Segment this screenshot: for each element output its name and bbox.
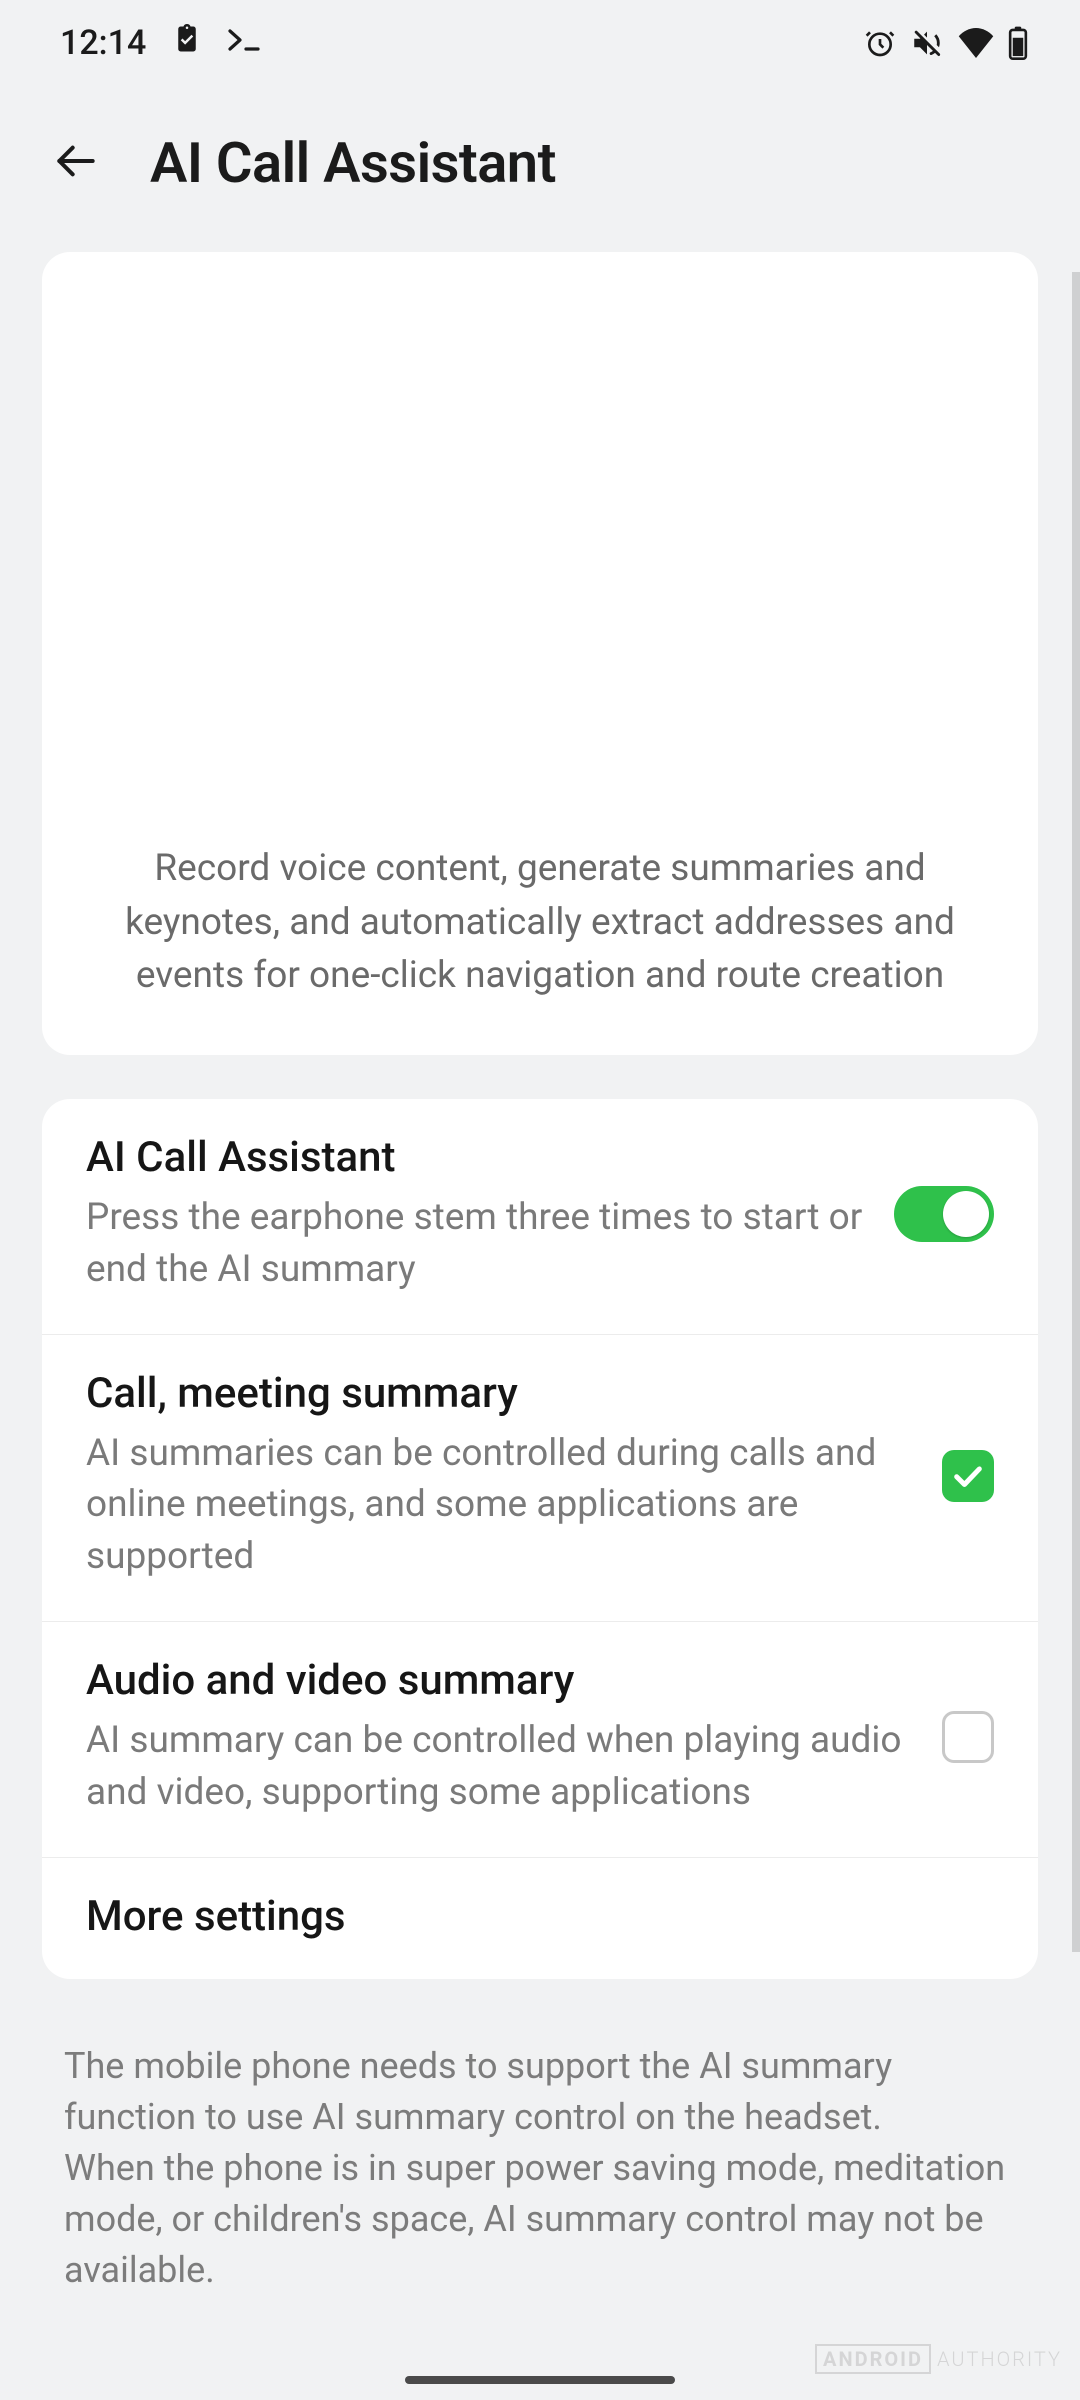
home-indicator[interactable] (405, 2376, 675, 2384)
row-title: More settings (86, 1892, 966, 1941)
row-title: AI Call Assistant (86, 1133, 866, 1182)
watermark-brand: ANDROID (815, 2344, 931, 2374)
back-arrow-icon[interactable] (50, 141, 102, 185)
hero-illustration-placeholder (70, 252, 1010, 842)
terminal-prompt-icon (228, 23, 268, 63)
page-title: AI Call Assistant (150, 130, 556, 196)
row-subtitle: AI summary can be controlled when playin… (86, 1715, 914, 1819)
settings-card: AI Call Assistant Press the earphone ste… (42, 1099, 1038, 1979)
row-subtitle: AI summaries can be controlled during ca… (86, 1428, 914, 1583)
clipboard-check-icon (172, 22, 202, 65)
footnote-text: The mobile phone needs to support the AI… (0, 2023, 1080, 2297)
row-title: Call, meeting summary (86, 1369, 914, 1418)
row-more-settings[interactable]: More settings (42, 1857, 1038, 1979)
status-bar-left: 12:14 (60, 22, 268, 65)
audio-video-summary-checkbox[interactable] (942, 1711, 994, 1763)
watermark: ANDROID AUTHORITY (815, 2344, 1062, 2374)
battery-icon (1008, 26, 1028, 60)
app-bar: AI Call Assistant (0, 86, 1080, 252)
hero-card: Record voice content, generate summaries… (42, 252, 1038, 1055)
status-bar: 12:14 (0, 0, 1080, 86)
row-ai-call-assistant[interactable]: AI Call Assistant Press the earphone ste… (42, 1099, 1038, 1334)
row-title: Audio and video summary (86, 1656, 914, 1705)
wifi-icon (958, 28, 994, 58)
status-bar-right (864, 26, 1028, 60)
hero-description: Record voice content, generate summaries… (70, 842, 1010, 1003)
row-subtitle: Press the earphone stem three times to s… (86, 1192, 866, 1296)
status-time: 12:14 (60, 23, 146, 63)
call-meeting-summary-checkbox[interactable] (942, 1450, 994, 1502)
watermark-sub: AUTHORITY (937, 2347, 1062, 2371)
scrollbar[interactable] (1072, 272, 1080, 1952)
row-call-meeting-summary[interactable]: Call, meeting summary AI summaries can b… (42, 1334, 1038, 1621)
alarm-icon (864, 27, 896, 59)
row-audio-video-summary[interactable]: Audio and video summary AI summary can b… (42, 1621, 1038, 1857)
vibrate-mute-icon (910, 26, 944, 60)
ai-call-assistant-toggle[interactable] (894, 1186, 994, 1242)
